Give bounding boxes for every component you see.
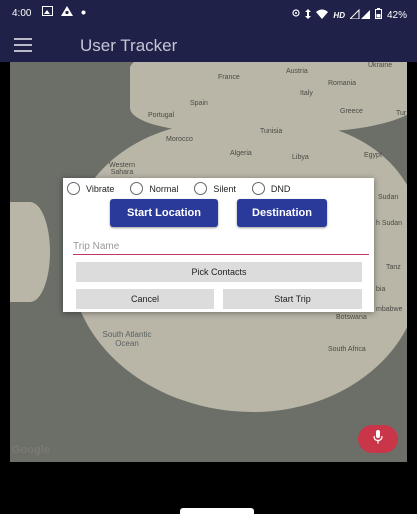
map-label: bia xyxy=(376,286,386,293)
radio-normal[interactable]: Normal xyxy=(130,182,178,195)
map-label: Botswana xyxy=(336,314,367,321)
voice-fab[interactable] xyxy=(358,425,398,453)
map-label: Sudan xyxy=(378,194,399,201)
trip-dialog: Vibrate Normal Silent DND Start Location… xyxy=(63,178,374,312)
map-label: Morocco xyxy=(166,136,193,143)
photo-icon xyxy=(42,6,53,19)
radio-silent[interactable]: Silent xyxy=(194,182,236,195)
map-label: Western Sahara xyxy=(109,162,135,176)
trip-name-input[interactable] xyxy=(73,238,369,255)
radio-dnd[interactable]: DND xyxy=(251,182,291,195)
status-bar: 4:00 HD 42% xyxy=(0,0,417,28)
location-icon xyxy=(292,8,301,22)
map-ocean-label: South Atlantic Ocean xyxy=(102,330,152,348)
start-trip-button[interactable]: Start Trip xyxy=(223,289,362,309)
map-label: Libya xyxy=(292,154,309,161)
radio-label: Vibrate xyxy=(86,183,115,194)
microphone-icon xyxy=(373,429,383,449)
radio-circle[interactable] xyxy=(130,182,144,195)
system-icons: HD 42% xyxy=(292,8,407,22)
map-label: Ukraine xyxy=(368,62,393,69)
map-label: Tanz xyxy=(386,264,401,271)
map-label: Greece xyxy=(340,108,363,115)
ring-mode-group: Vibrate Normal Silent DND xyxy=(67,182,371,195)
start-location-button[interactable]: Start Location xyxy=(110,199,218,227)
pick-contacts-button[interactable]: Pick Contacts xyxy=(76,262,362,282)
radio-circle[interactable] xyxy=(67,182,80,195)
notification-icons xyxy=(42,6,86,19)
map-label: Tur xyxy=(396,110,407,117)
map-label: Portugal xyxy=(148,112,175,119)
battery-icon xyxy=(374,8,382,22)
map-label: Algeria xyxy=(230,150,252,157)
app-title: User Tracker xyxy=(80,36,178,55)
home-gesture-handle[interactable] xyxy=(180,508,254,514)
map-label: mbabwe xyxy=(376,306,403,313)
cancel-button[interactable]: Cancel xyxy=(76,289,214,309)
map-label: France xyxy=(218,74,240,81)
map-south-america xyxy=(10,202,50,302)
wifi-icon xyxy=(316,9,329,22)
app-bar: User Tracker xyxy=(0,28,417,62)
hamburger-menu-icon[interactable] xyxy=(14,38,32,52)
radio-label: Silent xyxy=(213,183,236,194)
vpn-icon xyxy=(61,6,73,19)
status-time: 4:00 xyxy=(12,8,32,19)
radio-label: DND xyxy=(270,183,291,194)
battery-percent: 42% xyxy=(386,9,407,21)
radio-label: Normal xyxy=(149,183,179,194)
map-label: Austria xyxy=(286,68,308,75)
google-attribution[interactable]: Google xyxy=(12,444,50,456)
destination-button[interactable]: Destination xyxy=(237,199,327,227)
radio-circle[interactable] xyxy=(194,182,208,195)
radio-vibrate[interactable]: Vibrate xyxy=(67,182,114,195)
map-label: South Africa xyxy=(328,346,366,353)
data-transfer-icon xyxy=(305,8,312,22)
map-label: Tunisia xyxy=(260,128,283,135)
map-label: Egypt xyxy=(364,152,382,159)
dot-icon xyxy=(81,7,86,18)
network-type-label: HD xyxy=(333,10,345,20)
map-label: Italy xyxy=(300,90,313,97)
signal-icon xyxy=(348,8,370,22)
map-label: Spain xyxy=(190,100,208,107)
radio-circle[interactable] xyxy=(251,182,265,195)
navigation-bar xyxy=(0,462,417,514)
map-label: Romania xyxy=(328,80,357,87)
map-label: h Sudan xyxy=(376,220,403,227)
